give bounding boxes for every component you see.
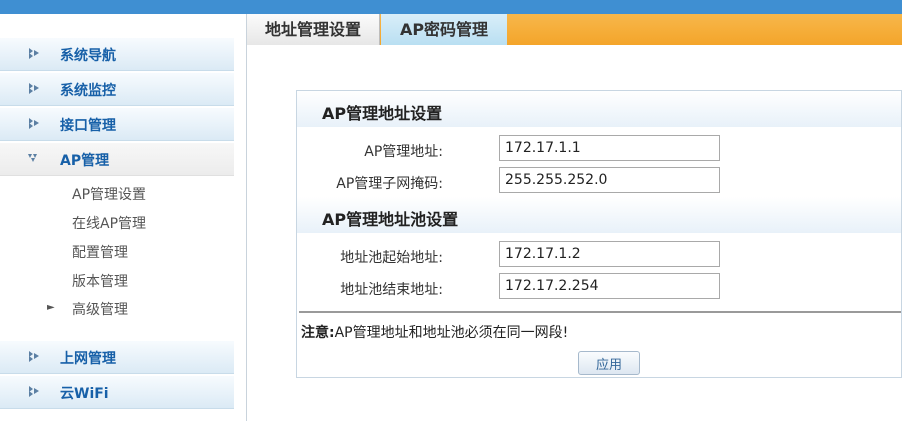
divider	[299, 311, 901, 313]
triple-arrow-icon	[29, 83, 39, 94]
sidebar-item-label: 系统导航	[60, 48, 116, 64]
ap-subnet-label: AP管理子网掩码:	[336, 176, 443, 192]
sidebar: 系统导航 系统监控 接口管理 AP管理 AP管理设置 在线AP管理 配置管理 版…	[0, 14, 247, 421]
sidebar-item-cloud-wifi[interactable]: 云WiFi	[0, 376, 234, 409]
settings-panel: AP管理地址设置 AP管理地址: AP管理子网掩码: AP管理地址池设置 地址池…	[296, 90, 902, 378]
ap-subnet-input[interactable]	[499, 167, 720, 193]
sidebar-subitem-online-ap[interactable]: 在线AP管理	[72, 213, 146, 233]
note: 注意:AP管理地址和地址池必须在同一网段!	[301, 322, 568, 342]
sidebar-item-label: AP管理	[60, 153, 110, 169]
triple-arrow-icon	[29, 351, 39, 362]
expanded-arrow-icon	[28, 154, 37, 162]
collapse-arrow-icon: ►	[47, 302, 55, 313]
triple-arrow-icon	[29, 386, 39, 397]
section-header-ap-address: AP管理地址设置	[297, 91, 901, 127]
sidebar-subitem-ap-settings[interactable]: AP管理设置	[72, 184, 146, 204]
sidebar-item-label: 接口管理	[60, 118, 116, 134]
sidebar-item-system-nav[interactable]: 系统导航	[0, 38, 234, 71]
tab-bar: 地址管理设置 AP密码管理	[247, 14, 902, 45]
sidebar-item-ap-management[interactable]: AP管理	[0, 143, 234, 176]
sidebar-subitem-config[interactable]: 配置管理	[72, 242, 128, 262]
section-title: AP管理地址池设置	[322, 210, 459, 229]
tab-address-settings[interactable]: 地址管理设置	[247, 14, 380, 45]
pool-start-label: 地址池起始地址:	[340, 250, 443, 266]
sidebar-item-system-monitor[interactable]: 系统监控	[0, 73, 234, 106]
sidebar-subitem-version[interactable]: 版本管理	[72, 271, 128, 291]
sidebar-subitem-advanced[interactable]: 高级管理	[72, 299, 128, 319]
triple-arrow-icon	[29, 48, 39, 59]
ap-address-label: AP管理地址:	[364, 144, 443, 160]
sidebar-item-internet[interactable]: 上网管理	[0, 341, 234, 374]
triple-arrow-icon	[29, 118, 39, 129]
apply-button[interactable]: 应用	[578, 351, 640, 375]
section-title: AP管理地址设置	[322, 104, 443, 123]
top-bar	[0, 0, 902, 14]
ap-address-input[interactable]	[499, 135, 720, 161]
sidebar-item-label: 云WiFi	[60, 386, 109, 402]
pool-start-input[interactable]	[499, 241, 720, 267]
note-text: AP管理地址和地址池必须在同一网段!	[334, 325, 569, 341]
pool-end-input[interactable]	[499, 273, 720, 299]
sidebar-item-interface[interactable]: 接口管理	[0, 108, 234, 141]
section-header-address-pool: AP管理地址池设置	[297, 197, 901, 233]
sidebar-item-label: 系统监控	[60, 83, 116, 99]
pool-end-label: 地址池结束地址:	[340, 282, 443, 298]
tab-ap-password[interactable]: AP密码管理	[381, 14, 507, 45]
note-prefix: 注意:	[301, 325, 335, 341]
sidebar-item-label: 上网管理	[60, 351, 116, 367]
